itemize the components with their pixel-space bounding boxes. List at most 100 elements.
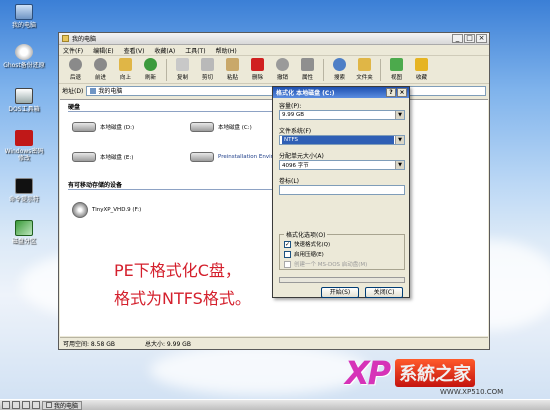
computer-icon bbox=[46, 402, 52, 408]
menu-help[interactable]: 帮助(H) bbox=[216, 46, 237, 55]
volume-label-label: 卷标(L) bbox=[279, 178, 300, 185]
format-options-group: 格式化选项(O) ✓ 快速格式化(Q) 启用压缩(E) 创建一个 MS-DOS … bbox=[279, 230, 405, 270]
desktop-icon-my-computer[interactable]: 我的电脑 bbox=[2, 4, 46, 29]
folder-icon bbox=[62, 35, 69, 42]
close-button[interactable]: × bbox=[476, 34, 487, 43]
dialog-close-button[interactable]: × bbox=[397, 88, 407, 97]
filesystem-value: NTFS bbox=[282, 136, 394, 144]
properties-label: 属性 bbox=[301, 75, 313, 81]
desktop-icon-password[interactable]: Windows密码修改 bbox=[2, 130, 46, 162]
capacity-value: 9.99 GB bbox=[282, 112, 305, 118]
desktop-icon-cmd[interactable]: 命令提示符 bbox=[2, 178, 46, 203]
minimize-button[interactable]: _ bbox=[452, 34, 463, 43]
watermark-brand: 系統之家 bbox=[395, 359, 476, 387]
hard-disk-icon bbox=[72, 152, 96, 162]
drive-label: 本地磁盘 (C:) bbox=[218, 125, 252, 131]
address-value: 我的电脑 bbox=[98, 88, 123, 95]
back-button[interactable]: 后退 bbox=[63, 58, 88, 81]
folder-icon bbox=[358, 58, 371, 71]
taskbar-button-label: 我的电脑 bbox=[54, 402, 79, 410]
filesystem-select[interactable]: NTFS ▼ bbox=[279, 135, 405, 145]
desktop-icon-label: Ghost备份还原 bbox=[3, 62, 45, 69]
search-label: 搜索 bbox=[333, 75, 345, 81]
menu-view[interactable]: 查看(V) bbox=[124, 46, 145, 55]
properties-icon bbox=[301, 58, 314, 71]
menu-tools[interactable]: 工具(T) bbox=[185, 46, 205, 55]
dialog-titlebar[interactable]: 格式化 本地磁盘 (C:) ? × bbox=[273, 87, 409, 98]
unit-size-select[interactable]: 4096 字节 ▼ bbox=[279, 160, 405, 170]
copy-button[interactable]: 复制 bbox=[170, 58, 195, 81]
taskbar-button-my-computer[interactable]: 我的电脑 bbox=[42, 400, 83, 410]
forward-label: 前进 bbox=[94, 75, 106, 81]
up-button[interactable]: 向上 bbox=[113, 58, 138, 81]
drive-item-c[interactable]: 本地磁盘 (C:) bbox=[190, 122, 252, 132]
caption-line-1: PE下格式化C盘， bbox=[114, 261, 241, 280]
status-total: 总大小: 9.99 GB bbox=[144, 340, 191, 348]
fs-label: 文件系统(F) bbox=[279, 128, 312, 135]
desktop-icon-dos-tools[interactable]: DOS工具箱 bbox=[2, 88, 46, 113]
forward-button[interactable]: 前进 bbox=[88, 58, 113, 81]
unit-size-label: 分配单元大小(A) bbox=[279, 153, 324, 160]
group-header-hard-disks: 硬盘 bbox=[68, 104, 81, 111]
desktop-icon-partition[interactable]: 磁盘分区 bbox=[2, 220, 46, 245]
format-options-label: 格式化选项(O) bbox=[284, 230, 328, 239]
start-icon[interactable] bbox=[2, 401, 10, 409]
drive-item-f[interactable]: TinyXP_VHD.9 (F:) bbox=[72, 202, 141, 218]
menu-favorites[interactable]: 收藏(A) bbox=[154, 46, 175, 55]
delete-button[interactable]: 删除 bbox=[245, 58, 270, 81]
up-label: 向上 bbox=[119, 75, 131, 81]
menu-bar: 文件(F) 编辑(E) 查看(V) 收藏(A) 工具(T) 帮助(H) bbox=[59, 45, 489, 56]
drive-item-e[interactable]: 本地磁盘 (E:) bbox=[72, 152, 133, 162]
drive-item-d[interactable]: 本地磁盘 (D:) bbox=[72, 122, 134, 132]
views-button[interactable]: 视图 bbox=[384, 58, 409, 81]
delete-x-icon bbox=[251, 58, 264, 71]
search-button[interactable]: 搜索 bbox=[327, 58, 352, 81]
drive-item-pe[interactable]: Preinstallation Environ... bbox=[190, 152, 285, 162]
up-folder-icon bbox=[119, 58, 132, 71]
chevron-down-icon: ▼ bbox=[395, 161, 404, 169]
start-button[interactable]: 开始(S) bbox=[321, 287, 359, 298]
capacity-select[interactable]: 9.99 GB ▼ bbox=[279, 110, 405, 120]
help-button[interactable]: ? bbox=[386, 88, 396, 97]
drive-label: TinyXP_VHD.9 (F:) bbox=[92, 207, 142, 213]
quicklaunch-icon[interactable] bbox=[12, 401, 20, 409]
quicklaunch-icon[interactable] bbox=[32, 401, 40, 409]
properties-button[interactable]: 属性 bbox=[295, 58, 320, 81]
menu-edit[interactable]: 编辑(E) bbox=[93, 46, 113, 55]
maximize-button[interactable]: □ bbox=[464, 34, 475, 43]
chevron-down-icon: ▼ bbox=[395, 136, 404, 144]
copy-icon bbox=[176, 58, 189, 71]
hard-disk-icon bbox=[190, 122, 214, 132]
console-icon bbox=[15, 178, 33, 194]
cut-button[interactable]: 剪切 bbox=[195, 58, 220, 81]
compression-checkbox[interactable]: 启用压缩(E) bbox=[284, 250, 324, 258]
window-titlebar[interactable]: 我的电脑 _ □ × bbox=[59, 33, 489, 45]
close-dialog-button[interactable]: 关闭(C) bbox=[365, 287, 403, 298]
copy-label: 复制 bbox=[176, 75, 188, 81]
format-dialog: 格式化 本地磁盘 (C:) ? × 容量(P): 9.99 GB ▼ 文件系统(… bbox=[272, 86, 410, 298]
paste-button[interactable]: 粘贴 bbox=[220, 58, 245, 81]
undo-button[interactable]: 撤销 bbox=[270, 58, 295, 81]
folders-button[interactable]: 文件夹 bbox=[352, 58, 377, 81]
desktop-icon-label: Windows密码修改 bbox=[4, 148, 44, 162]
menu-file[interactable]: 文件(F) bbox=[63, 46, 83, 55]
computer-icon bbox=[15, 4, 33, 20]
favorites-button[interactable]: 收藏 bbox=[409, 58, 434, 81]
quicklaunch-icon[interactable] bbox=[22, 401, 30, 409]
desktop-icon-ghost[interactable]: Ghost备份还原 bbox=[2, 44, 46, 69]
computer-icon bbox=[90, 87, 97, 94]
toolbar-separator bbox=[323, 58, 324, 81]
group-divider bbox=[68, 189, 283, 190]
window-title: 我的电脑 bbox=[72, 36, 97, 43]
watermark-url: WWW.XP510.COM bbox=[440, 388, 504, 396]
refresh-button[interactable]: 刷新 bbox=[138, 58, 163, 81]
toolbar: 后退 前进 向上 刷新 复制 剪切 粘贴 删除 撤销 属性 搜索 文件夹 视图 … bbox=[59, 56, 489, 84]
status-free: 可用空间: 8.58 GB bbox=[63, 340, 115, 348]
capacity-label: 容量(P): bbox=[279, 103, 302, 110]
refresh-icon bbox=[144, 58, 157, 71]
volume-label-input[interactable] bbox=[279, 185, 405, 195]
group-divider bbox=[68, 111, 283, 112]
quick-format-checkbox[interactable]: ✓ 快速格式化(Q) bbox=[284, 240, 330, 248]
cd-drive-icon bbox=[72, 202, 88, 218]
delete-label: 删除 bbox=[251, 75, 263, 81]
